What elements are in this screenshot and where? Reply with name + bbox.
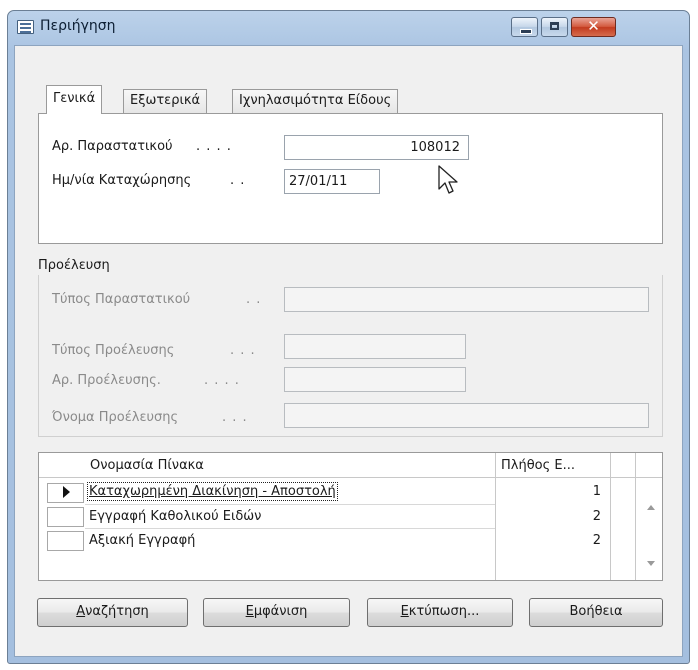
tables-grid[interactable]: Ονομασία Πίνακα Πλήθος Ε... Καταχωρημένη… xyxy=(38,452,663,581)
row-divider xyxy=(85,528,495,529)
minimize-button[interactable] xyxy=(511,17,538,37)
tab-external[interactable]: Εξωτερικά xyxy=(123,89,208,113)
table-row-name[interactable]: Αξιακή Εγγραφή xyxy=(89,533,195,548)
table-row-name[interactable]: Εγγραφή Καθολικού Ειδών xyxy=(89,509,261,524)
source-group-title: Προέλευση xyxy=(38,258,110,273)
source-type-field xyxy=(284,334,466,359)
mouse-pointer-icon xyxy=(438,165,458,194)
row-divider xyxy=(85,504,495,505)
scroll-up-arrow-icon[interactable] xyxy=(647,505,655,510)
table-icon xyxy=(17,20,34,34)
help-button[interactable]: Βοήθεια xyxy=(529,598,663,627)
minimize-icon xyxy=(520,29,532,34)
source-no-field xyxy=(284,367,466,392)
source-type-leader: . . . xyxy=(230,343,256,358)
table-row-name[interactable]: Καταχωρημένη Διακίνηση - Αποστολή xyxy=(87,482,338,501)
current-row-arrow-icon xyxy=(63,486,70,498)
row-selector[interactable] xyxy=(47,507,84,527)
source-no-label: Αρ. Προέλευσης. xyxy=(52,373,161,388)
source-doc-type-label: Τύπος Παραστατικού xyxy=(52,292,191,307)
source-type-label: Τύπος Προέλευσης xyxy=(52,343,175,358)
doc-no-label: Αρ. Παραστατικού xyxy=(52,139,173,154)
source-name-field xyxy=(284,403,649,428)
grid-header: Ονομασία Πίνακα Πλήθος Ε... xyxy=(39,453,662,478)
doc-no-leader: . . . . xyxy=(196,139,232,154)
tab-general[interactable]: Γενικά xyxy=(46,85,103,114)
window-title: Περιήγηση xyxy=(40,18,116,34)
close-icon: ✕ xyxy=(587,17,600,35)
column-divider xyxy=(495,453,496,580)
column-divider xyxy=(610,453,611,580)
table-row-count[interactable]: 2 xyxy=(561,509,601,524)
tab-item-tracing[interactable]: Ιχνηλασιμότητα Είδους xyxy=(232,89,399,113)
source-doc-type-leader: . . xyxy=(246,292,262,307)
doc-no-field[interactable]: 108012 xyxy=(284,135,469,160)
table-row-count[interactable]: 2 xyxy=(561,533,601,548)
column-divider xyxy=(635,453,636,580)
print-button[interactable]: Εκτύπωση... xyxy=(367,598,513,627)
close-button[interactable]: ✕ xyxy=(571,17,616,37)
source-name-label: Όνομα Προέλευσης xyxy=(52,410,179,425)
row-selector[interactable] xyxy=(47,531,84,551)
maximize-icon xyxy=(550,22,559,30)
source-doc-type-field xyxy=(284,287,649,312)
scroll-down-arrow-icon[interactable] xyxy=(647,561,655,566)
maximize-button[interactable] xyxy=(541,17,568,37)
column-header-table-name[interactable]: Ονομασία Πίνακα xyxy=(90,458,204,473)
posting-date-leader: . . xyxy=(230,173,246,188)
column-header-no-of-records[interactable]: Πλήθος Ε... xyxy=(501,458,575,473)
search-button[interactable]: Αναζήτηση xyxy=(37,598,188,627)
posting-date-label: Ημ/νία Καταχώρησης xyxy=(52,173,192,188)
row-selector[interactable] xyxy=(47,483,84,503)
source-name-leader: . . . xyxy=(222,410,248,425)
source-no-leader: . . . . xyxy=(204,373,240,388)
table-row-count[interactable]: 1 xyxy=(561,484,601,499)
posting-date-field[interactable]: 27/01/11 xyxy=(284,169,380,194)
show-button[interactable]: Εμφάνιση xyxy=(203,598,350,627)
title-bar[interactable]: Περιήγηση ✕ xyxy=(8,11,689,45)
